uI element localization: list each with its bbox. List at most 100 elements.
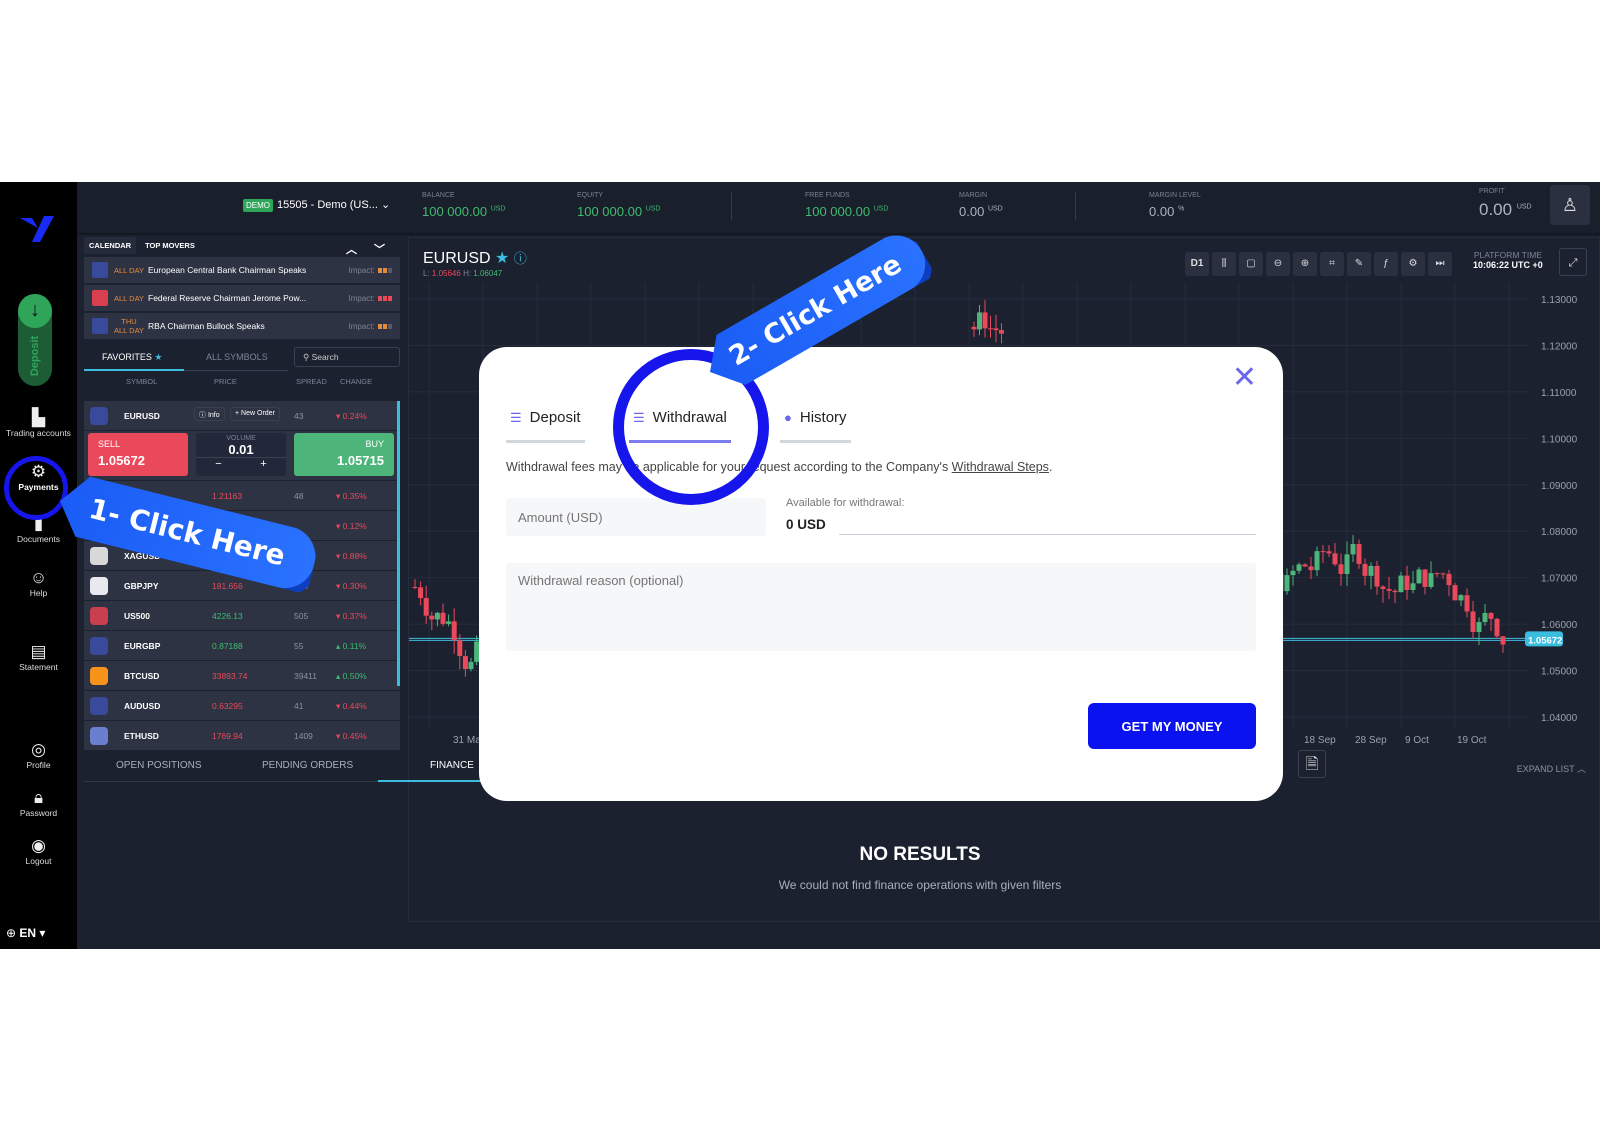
language-selector[interactable]: ⊕ EN ▾ (6, 926, 45, 940)
chevron-down-icon: ⌄ (380, 199, 391, 211)
table-row[interactable]: AUDUSD 0.63295 41 ▾ 0.44% (84, 691, 400, 721)
candle (1476, 622, 1482, 633)
impact-bar (388, 295, 392, 301)
symbol-name: BTCUSD (124, 671, 160, 681)
expand-list-button[interactable]: EXPAND LIST ︿ (1517, 762, 1586, 775)
search-input[interactable]: ⚲ Search (294, 347, 400, 367)
sidebar-item-profile[interactable]: ◎ Profile (0, 740, 77, 770)
new-order-button[interactable]: + New Order (230, 407, 280, 421)
zoom-out-icon[interactable]: ⊖ (1266, 252, 1290, 276)
timeframe-button[interactable]: D1 (1185, 252, 1209, 276)
info-button[interactable]: ⓘ Info (194, 407, 225, 421)
profile-icon: ◎ (31, 740, 46, 759)
volume-value[interactable]: 0.01 (196, 442, 286, 457)
symbol-name: ETHUSD (124, 731, 159, 741)
calendar-event[interactable]: THU ALL DAY RBA Chairman Bullock Speaks Imp… (84, 313, 400, 339)
account-bar: DEMO 15505 - Demo (US... ⌄ BALANCE 100 000… (77, 182, 1600, 235)
user-menu-button[interactable]: ♙ (1550, 185, 1590, 225)
tab-finance[interactable]: FINANCE (430, 760, 474, 771)
search-icon: ⚲ (303, 352, 310, 362)
price: 1769.94 (212, 731, 243, 741)
plus-button[interactable]: + (260, 458, 266, 470)
buy-button[interactable]: BUY 1.05715 (294, 433, 394, 476)
candle (462, 656, 468, 670)
candle (1488, 612, 1494, 619)
candle (1374, 565, 1380, 587)
expand-label: EXPAND LIST (1516, 764, 1575, 774)
candle (1320, 551, 1326, 553)
get-my-money-button[interactable]: GET MY MONEY (1088, 703, 1256, 749)
calendar-events: ALL DAY European Central Bank Chairman Sp… (84, 257, 400, 339)
volume-stepper[interactable]: VOLUME 0.01− + (196, 433, 286, 476)
sidebar-item-trading-accounts[interactable]: ▙ Trading accounts (0, 408, 77, 438)
withdrawal-reason-input[interactable] (506, 563, 1256, 651)
symbol-name: GBPJPY (124, 581, 159, 591)
candle (1368, 565, 1374, 576)
chevron-up-icon: ︿ (1576, 764, 1586, 774)
impact-bar (388, 267, 392, 273)
sidebar-item-logout[interactable]: ◉ Logout (0, 836, 77, 866)
export-document-button[interactable]: 🗎︎ (1298, 750, 1326, 778)
amount-input[interactable] (506, 498, 766, 536)
close-button[interactable]: ✕ (1232, 363, 1257, 393)
y-tick-label: 1.05000 (1541, 667, 1578, 678)
fit-icon[interactable]: ⌗ (1320, 252, 1344, 276)
table-row-eurusd[interactable]: EURUSD ⓘ Info + New Order 43 ▾ 0.24% (84, 401, 400, 431)
tab-deposit[interactable]: ☰ Deposit (506, 409, 585, 443)
y-tick-label: 1.09000 (1541, 481, 1578, 492)
candles-icon[interactable]: ⫼ (1212, 252, 1236, 276)
impact: Impact: (349, 322, 392, 331)
skip-end-icon[interactable]: ⏭ (1428, 252, 1452, 276)
zoom-in-icon[interactable]: ⊕ (1293, 252, 1317, 276)
symbol-icon (90, 697, 108, 715)
sidebar-item-password[interactable]: 🔒︎ Password (0, 788, 77, 818)
symbol-tabs: FAVORITES ★ ALL SYMBOLS ⚲ Search (84, 345, 400, 371)
list-scrollbar[interactable] (397, 401, 400, 686)
candle (1338, 564, 1344, 574)
minus-button[interactable]: − (215, 458, 221, 470)
impact-bar (383, 295, 387, 301)
table-row[interactable]: BTCUSD 33893.74 39411 ▴ 0.50% (84, 661, 400, 691)
price: 1.21163 (212, 491, 243, 501)
withdrawal-steps-link[interactable]: Withdrawal Steps (952, 460, 1049, 474)
nav-label: Trading accounts (6, 428, 71, 438)
empty-state: NO RESULTS We could not find finance oper… (408, 844, 1432, 892)
gear-icon[interactable]: ⚙ (1401, 252, 1425, 276)
tab-top-movers[interactable]: TOP MOVERS (140, 237, 200, 254)
tab-history[interactable]: ● History (780, 409, 851, 443)
pencil-icon[interactable]: ✎ (1347, 252, 1371, 276)
brand-logo (20, 216, 54, 242)
calendar-event[interactable]: ALL DAY European Central Bank Chairman Sp… (84, 257, 400, 283)
tab-pending-orders[interactable]: PENDING ORDERS (262, 760, 353, 771)
square-icon[interactable]: ▢ (1239, 252, 1263, 276)
sidebar-item-help[interactable]: ☺ Help (0, 568, 77, 598)
calendar-event[interactable]: ALL DAY Federal Reserve Chairman Jerome P… (84, 285, 400, 311)
table-row[interactable]: ETHUSD 1769.94 1409 ▾ 0.45% (84, 721, 400, 751)
candle (1500, 636, 1506, 645)
tab-calendar[interactable]: CALENDAR (84, 237, 137, 254)
sidebar-item-statement[interactable]: ▤ Statement (0, 642, 77, 672)
sidebar: ↓ Deposit ▙ Trading accounts ⚙ Payments ▮ Do… (0, 182, 77, 949)
change: ▾ 0.44% (336, 701, 367, 711)
low-value: 1.05646 (431, 269, 461, 278)
deposit-button[interactable]: ↓ Deposit (18, 294, 52, 386)
indicators-icon[interactable]: ƒ (1374, 252, 1398, 276)
sell-button[interactable]: SELL 1.05672 (88, 433, 188, 476)
table-row[interactable]: US500 4226.13 505 ▾ 0.37% (84, 601, 400, 631)
star-icon[interactable]: ★ (495, 250, 509, 267)
info-icon[interactable]: ⓘ (514, 251, 527, 266)
chart-symbol: EURUSD (423, 250, 491, 267)
y-tick-label: 1.06000 (1541, 620, 1578, 631)
tab-favorites[interactable]: FAVORITES ★ (102, 352, 162, 363)
fullscreen-button[interactable]: ⤢ (1559, 248, 1587, 276)
col-spread: SPREAD (296, 377, 327, 386)
stat-unit: USD (1516, 203, 1532, 211)
account-selector[interactable]: DEMO 15505 - Demo (US... ⌄ (243, 198, 391, 212)
table-row[interactable]: EURGBP 0.87188 55 ▴ 0.11% (84, 631, 400, 661)
bottom-tabs: OPEN POSITIONS PENDING ORDERS FINANCE (84, 754, 488, 782)
change: ▴ 0.50% (336, 671, 367, 681)
x-tick-label: 19 Oct (1457, 735, 1487, 746)
tab-all-symbols[interactable]: ALL SYMBOLS (206, 352, 268, 362)
tab-open-positions[interactable]: OPEN POSITIONS (116, 760, 202, 771)
candle (971, 326, 977, 330)
